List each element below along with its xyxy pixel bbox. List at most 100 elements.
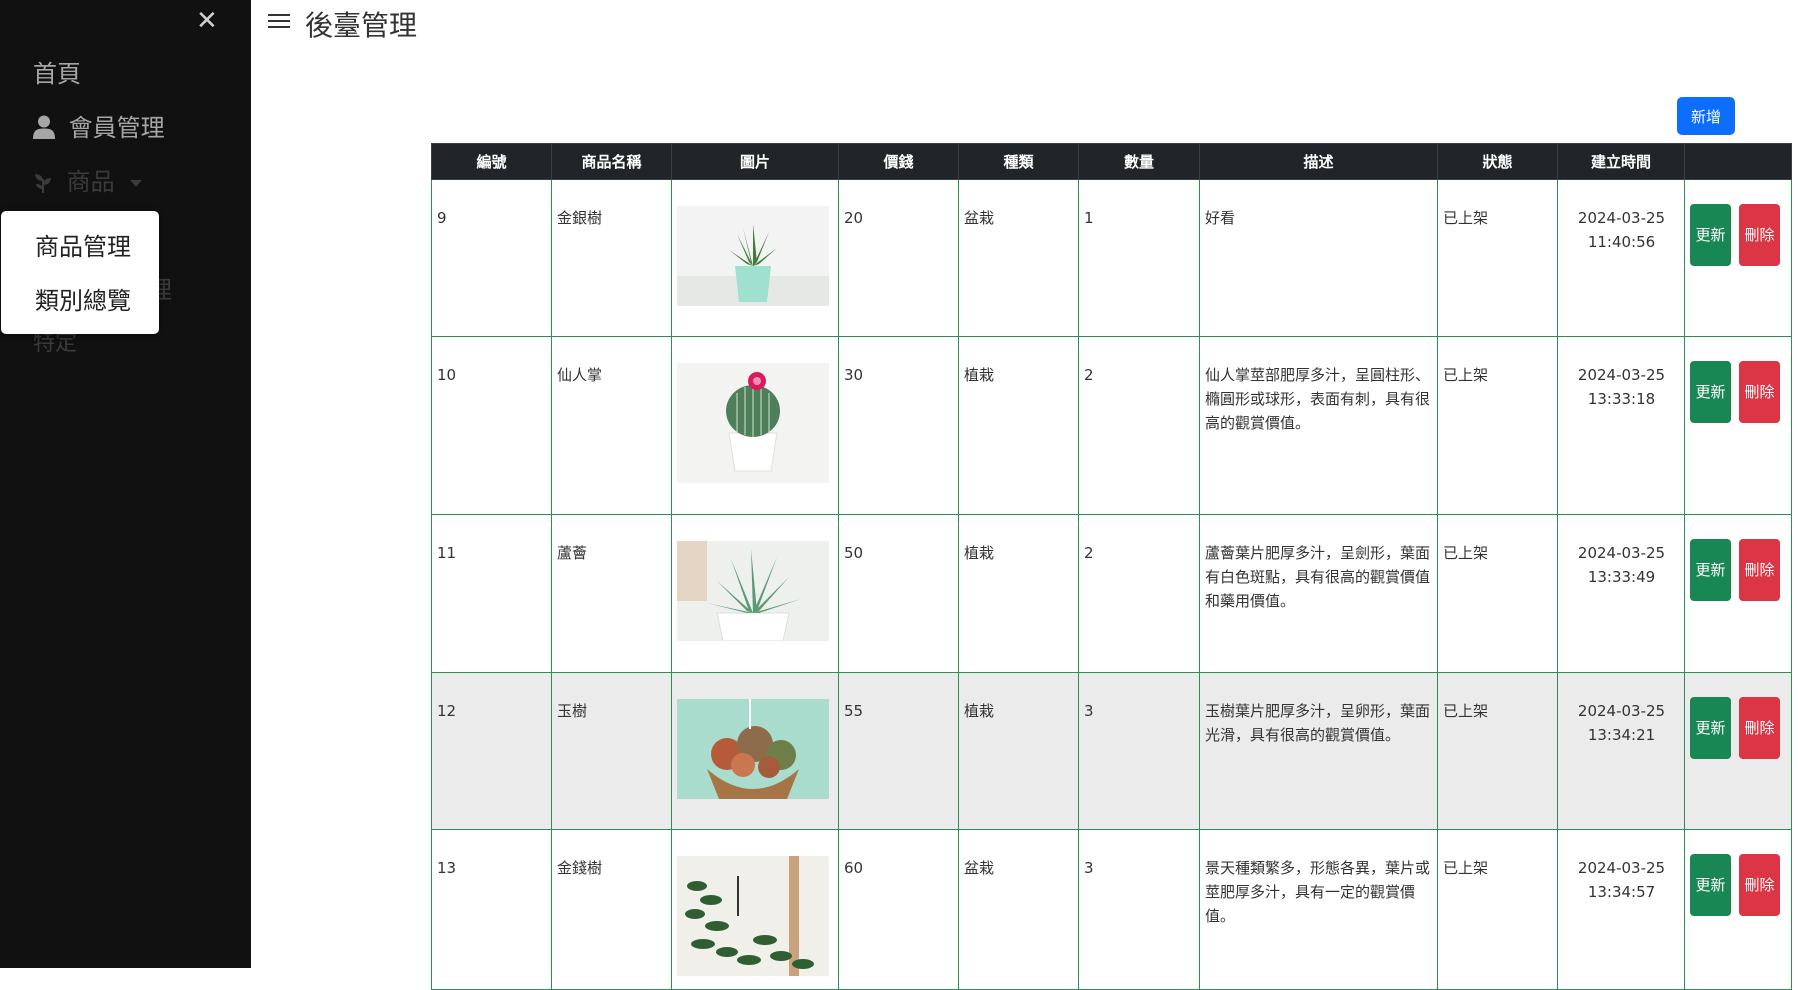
cell-created-at: 2024-03-25 13:33:18 [1557,336,1685,515]
cell-status: 已上架 [1437,672,1558,830]
delete-button[interactable]: 刪除 [1739,361,1780,423]
column-header: 編號 [431,143,552,180]
sidebar-item-member[interactable]: 會員管理 [33,108,165,145]
cell-id: 12 [431,672,552,830]
update-button[interactable]: 更新 [1690,697,1731,759]
column-header: 描述 [1199,143,1438,180]
cell-price: 50 [838,514,959,673]
sidebar-item-home[interactable]: 首頁 [33,54,81,89]
cell-name: 仙人掌 [551,336,672,515]
cell-name: 蘆薈 [551,514,672,673]
cell-name: 金銀樹 [551,179,672,337]
add-button[interactable]: 新增 [1677,97,1735,135]
user-icon [33,115,55,145]
delete-button[interactable]: 刪除 [1739,854,1780,916]
cell-description: 好看 [1199,179,1438,337]
delete-button[interactable]: 刪除 [1739,697,1780,759]
cell-category: 盆栽 [958,179,1079,337]
cell-description: 仙人掌莖部肥厚多汁，呈圓柱形、橢圓形或球形，表面有刺，具有很高的觀賞價值。 [1199,336,1438,515]
cell-image [671,336,839,515]
delete-button[interactable]: 刪除 [1739,539,1780,601]
sidebar: ✕ 首頁 會員管理 商品 理 特定 [0,0,251,968]
cell-name: 玉樹 [551,672,672,830]
cell-price: 30 [838,336,959,515]
column-header: 價錢 [838,143,959,180]
cell-actions: 更新 刪除 [1684,672,1792,830]
cell-image [671,514,839,673]
cell-id: 13 [431,829,552,990]
sidebar-item-label: 商品 [66,168,115,196]
created-date: 2024-03-25 [1577,209,1666,227]
cell-created-at: 2024-03-25 11:40:56 [1557,179,1685,337]
chevron-down-icon [130,179,143,187]
plant-icon [33,171,53,199]
close-sidebar-button[interactable]: ✕ [196,6,218,36]
cell-actions: 更新 刪除 [1684,514,1792,673]
update-button[interactable]: 更新 [1690,854,1731,916]
sidebar-item-product[interactable]: 商品 [33,162,143,199]
created-date: 2024-03-25 [1577,702,1666,720]
cell-status: 已上架 [1437,179,1558,337]
sidebar-item-label: 首頁 [33,60,81,88]
cell-status: 已上架 [1437,336,1558,515]
cell-name: 金錢樹 [551,829,672,990]
cell-actions: 更新 刪除 [1684,829,1792,990]
update-button[interactable]: 更新 [1690,361,1731,423]
column-header: 圖片 [671,143,839,180]
cell-description: 景天種類繁多，形態各異，葉片或莖肥厚多汁，具有一定的觀賞價值。 [1199,829,1438,990]
cell-status: 已上架 [1437,829,1558,990]
column-header: 建立時間 [1557,143,1685,180]
product-image [677,856,829,976]
update-button[interactable]: 更新 [1690,204,1731,266]
dropdown-item-product-management[interactable]: 商品管理 [35,227,131,262]
cell-qty: 1 [1078,179,1200,337]
cell-price: 20 [838,179,959,337]
cell-category: 植栽 [958,336,1079,515]
update-button[interactable]: 更新 [1690,539,1731,601]
column-header-actions [1684,143,1792,180]
cell-category: 盆栽 [958,829,1079,990]
created-date: 2024-03-25 [1577,544,1666,562]
cell-qty: 2 [1078,336,1200,515]
created-date: 2024-03-25 [1577,366,1666,384]
cell-status: 已上架 [1437,514,1558,673]
delete-button[interactable]: 刪除 [1739,204,1780,266]
product-dropdown-menu: 商品管理 類別總覽 [1,211,159,334]
hamburger-menu-icon[interactable] [268,10,290,32]
cell-qty: 2 [1078,514,1200,673]
cell-price: 55 [838,672,959,830]
sidebar-item-label: 特定 [33,331,78,356]
cell-created-at: 2024-03-25 13:33:49 [1557,514,1685,673]
product-image [677,363,829,483]
created-time: 13:33:18 [1587,390,1656,408]
cell-qty: 3 [1078,672,1200,830]
table-header-row: 編號 商品名稱 圖片 價錢 種類 數量 描述 狀態 建立時間 [431,143,1792,180]
dropdown-item-category-overview[interactable]: 類別總覽 [35,281,131,316]
cell-id: 9 [431,179,552,337]
table-row: 12 玉樹 55 植栽 3 玉樹葉片肥厚多汁，呈卵形，葉面光滑，具有很高的觀賞價… [431,672,1792,830]
product-image [677,206,829,306]
cell-description: 玉樹葉片肥厚多汁，呈卵形，葉面光滑，具有很高的觀賞價值。 [1199,672,1438,830]
cell-price: 60 [838,829,959,990]
column-header: 狀態 [1437,143,1558,180]
column-header: 種類 [958,143,1079,180]
column-header: 商品名稱 [551,143,672,180]
product-image [677,699,829,799]
cell-category: 植栽 [958,672,1079,830]
cell-id: 10 [431,336,552,515]
cell-category: 植栽 [958,514,1079,673]
table-row: 11 蘆薈 50 植栽 2 蘆薈葉片肥厚多汁，呈劍形，葉面有白色斑點，具有很高的… [431,514,1792,673]
products-table: 編號 商品名稱 圖片 價錢 種類 數量 描述 狀態 建立時間 9 金銀樹 20 … [431,143,1792,990]
cell-description: 蘆薈葉片肥厚多汁，呈劍形，葉面有白色斑點，具有很高的觀賞價值和藥用價值。 [1199,514,1438,673]
sidebar-item-label: 會員管理 [68,114,165,142]
page-title: 後臺管理 [305,9,418,42]
table-row: 13 金錢樹 60 盆栽 3 景天種類繁多，形態各異，葉片或莖肥厚多汁，具有一定… [431,829,1792,990]
cell-created-at: 2024-03-25 13:34:57 [1557,829,1685,990]
table-row: 9 金銀樹 20 盆栽 1 好看 已上架 2024-03-25 11:40:56… [431,179,1792,337]
cell-created-at: 2024-03-25 13:34:21 [1557,672,1685,830]
created-time: 11:40:56 [1587,233,1656,251]
product-image [677,541,829,641]
cell-id: 11 [431,514,552,673]
cell-image [671,829,839,990]
cell-image [671,179,839,337]
